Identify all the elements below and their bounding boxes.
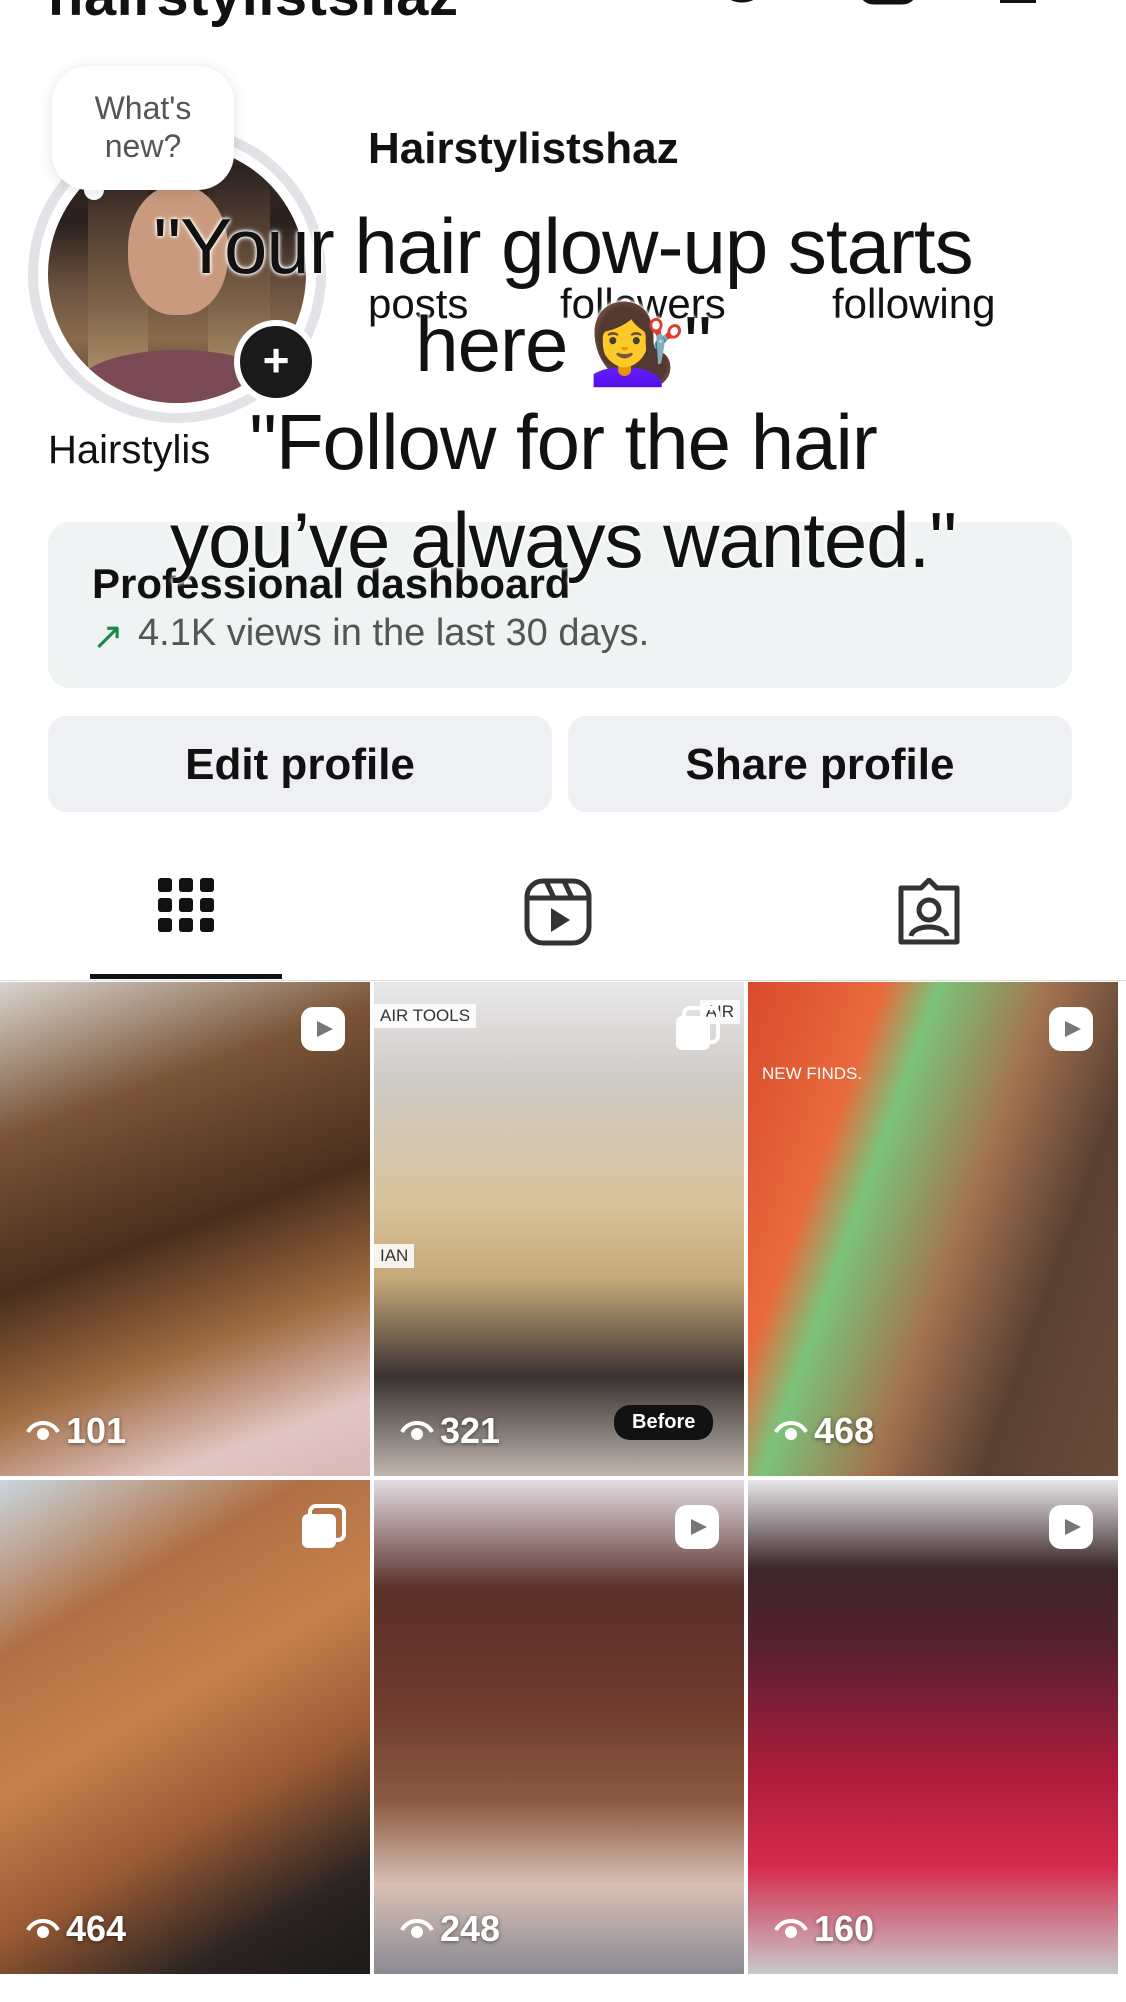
carousel-icon [302,1504,346,1548]
trend-up-icon: ↗ [92,616,124,658]
eye-icon [26,1421,60,1440]
tagged-icon[interactable] [895,877,963,951]
eye-icon [774,1421,808,1440]
share-profile-button[interactable]: Share profile [568,716,1072,812]
reel-icon [675,1505,719,1549]
reels-icon[interactable] [524,878,592,951]
tab-divider [0,980,1126,981]
overlay-text-line-2: here 💇‍♀️" [415,300,712,388]
whats-new-bubble[interactable]: What's new? [52,66,234,190]
active-tab-indicator [90,974,282,979]
reel-icon [301,1007,345,1051]
threads-icon[interactable] [712,0,772,10]
reel-icon [1049,1007,1093,1051]
carousel-icon [676,1006,720,1050]
eye-icon [400,1421,434,1440]
post-tile-5[interactable]: 248 [374,1480,744,1974]
reel-icon [1049,1505,1093,1549]
eye-icon [774,1919,808,1938]
before-label: Before [614,1405,714,1440]
grid-icon[interactable] [158,878,214,949]
edit-profile-button[interactable]: Edit profile [48,716,552,812]
view-count: 464 [26,1908,126,1950]
eye-icon [26,1919,60,1938]
post-tile-2[interactable]: AIR TOOLS AIR IAN Before 321 [374,982,744,1476]
menu-icon[interactable] [1000,0,1040,10]
view-count: 468 [774,1410,874,1452]
post-tile-3[interactable]: NEW FINDS. 468 [748,982,1118,1476]
overlay-text-line-3: "Follow for the hair [249,398,878,486]
create-post-icon[interactable] [856,0,920,10]
overlay-text-line-4: you’ve always wanted." [169,496,957,584]
view-count: 248 [400,1908,500,1950]
view-count: 101 [26,1410,126,1452]
post-tile-1[interactable]: 101 [0,982,370,1476]
overlay-text-line-1: "Your hair glow-up starts [153,202,973,290]
eye-icon [400,1919,434,1938]
profile-username-header[interactable]: hairstylistshaz [48,0,458,29]
dashboard-subtitle: 4.1K views in the last 30 days. [138,612,650,654]
view-count: 160 [774,1908,874,1950]
post-tile-6[interactable]: 160 [748,1480,1118,1974]
post-tile-4[interactable]: 464 [0,1480,370,1974]
view-count: 321 [400,1410,500,1452]
display-name: Hairstylistshaz [368,124,679,173]
